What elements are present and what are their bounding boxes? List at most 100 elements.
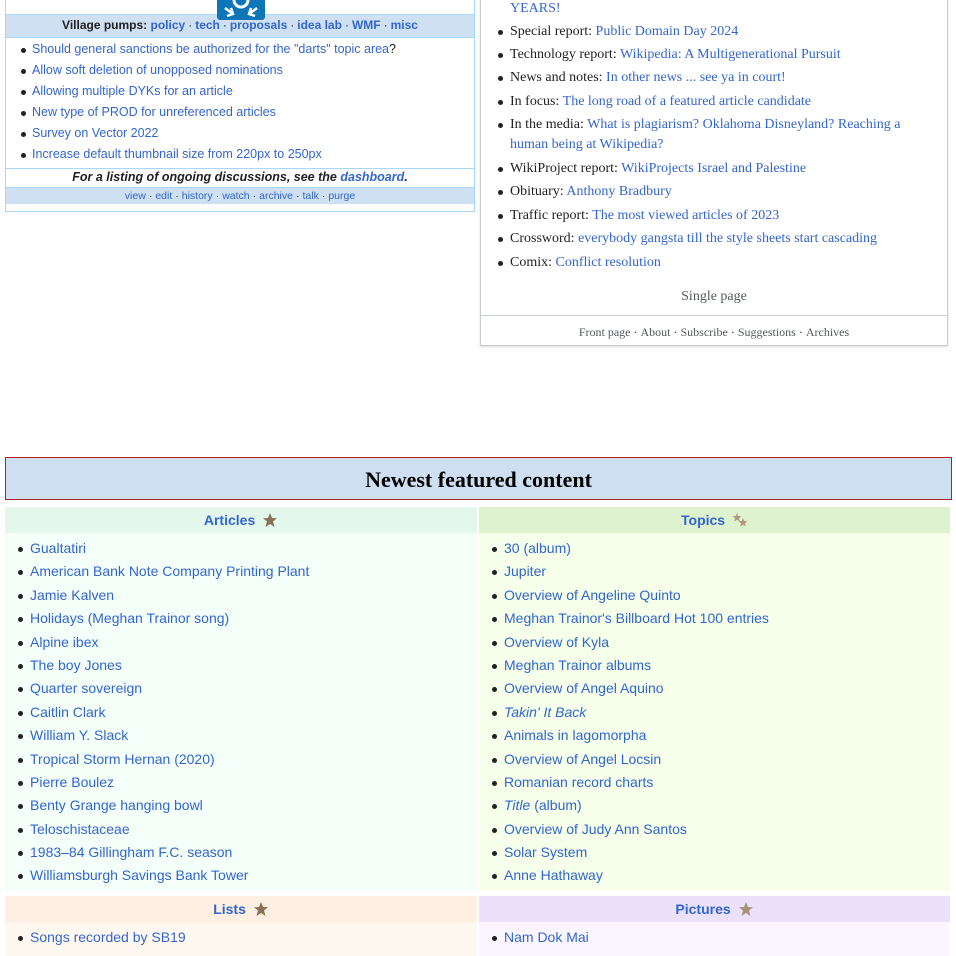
tool-link-talk[interactable]: talk (302, 190, 318, 202)
featured-topics-item: Title (album) (479, 794, 950, 817)
separator-dot: · (148, 190, 153, 202)
featured-articles-link[interactable]: 1983–84 Gillingham F.C. season (30, 844, 232, 860)
signpost-item: News and notes: In other news ... see ya… (498, 68, 930, 88)
featured-topics-link[interactable]: Romanian record charts (504, 774, 653, 790)
featured-articles-item: 1983–84 Gillingham F.C. season (5, 841, 477, 864)
tool-link-watch[interactable]: watch (222, 190, 249, 202)
featured-topics-link[interactable]: 30 (album) (504, 540, 571, 556)
featured-topics-item: 30 (album) (479, 537, 950, 560)
featured-articles-link[interactable]: American Bank Note Company Printing Plan… (30, 563, 309, 579)
featured-topics-link[interactable]: Animals in lagomorpha (504, 727, 646, 743)
signpost-item-link[interactable]: Anthony Bradbury (566, 184, 671, 199)
dashboard-link[interactable]: dashboard (340, 170, 404, 184)
signpost-footer-link[interactable]: Front page (579, 325, 631, 339)
lists-heading-link[interactable]: Lists (213, 901, 246, 917)
pictures-heading: Pictures (479, 896, 950, 922)
tool-link-archive[interactable]: archive (259, 190, 293, 202)
featured-articles-link[interactable]: William Y. Slack (30, 727, 128, 743)
featured-topics-link[interactable]: Solar System (504, 844, 587, 860)
featured-articles-item: Pierre Boulez (5, 771, 477, 794)
featured-topics-link[interactable]: Meghan Trainor albums (504, 657, 651, 673)
featured-articles-link[interactable]: Quarter sovereign (30, 680, 142, 696)
discussion-link[interactable]: Allowing multiple DYKs for an article (32, 84, 233, 98)
featured-articles-link[interactable]: Williamsburgh Savings Bank Tower (30, 867, 248, 883)
signpost-item: From the editor: NINETEEN MORE YEARS! NI… (510, 0, 930, 19)
featured-topics-link[interactable]: Anne Hathaway (504, 867, 603, 883)
discussion-link[interactable]: New type of PROD for unreferenced articl… (32, 105, 276, 119)
single-page-link[interactable]: Single page (481, 289, 947, 305)
discussion-link[interactable]: Survey on Vector 2022 (32, 126, 158, 140)
featured-articles-link[interactable]: Pierre Boulez (30, 774, 114, 790)
signpost-item: Obituary: Anthony Bradbury (498, 182, 930, 202)
featured-articles-link[interactable]: Benty Grange hanging bowl (30, 797, 203, 813)
pump-link[interactable]: tech (195, 18, 220, 32)
tool-link-history[interactable]: history (182, 190, 213, 202)
signpost-footer: Front page · About · Subscribe · Suggestions · A… (481, 315, 947, 348)
featured-articles-link[interactable]: Holidays (Meghan Trainor song) (30, 610, 229, 626)
signpost-item-link[interactable]: Conflict resolution (556, 255, 661, 270)
pump-link[interactable]: idea lab (297, 18, 342, 32)
signpost-item-link[interactable]: Wikipedia: A Multigenerational Pursuit (620, 47, 841, 62)
featured-articles-link[interactable]: The boy Jones (30, 657, 122, 673)
pump-link[interactable]: policy (151, 18, 186, 32)
featured-topics-link-suffix[interactable]: (album) (530, 797, 581, 813)
signpost-footer-link[interactable]: Suggestions (738, 325, 796, 339)
featured-articles-link[interactable]: Tropical Storm Hernan (2020) (30, 751, 215, 767)
ongoing-prefix: For a listing of ongoing discussions, se… (72, 170, 337, 184)
featured-lists-link[interactable]: Songs recorded by SB19 (30, 929, 186, 945)
separator-dot: · (633, 325, 638, 339)
featured-topics-item: Anne Hathaway (479, 864, 950, 887)
discussion-link[interactable]: Should general sanctions be authorized f… (32, 42, 389, 56)
pump-link[interactable]: proposals (230, 18, 287, 32)
featured-topics-link[interactable]: Title (504, 797, 530, 813)
tool-link-view[interactable]: view (125, 190, 146, 202)
featured-topics-item: Solar System (479, 841, 950, 864)
featured-articles-link[interactable]: Gualtatiri (30, 540, 86, 556)
featured-star-icon (253, 902, 268, 916)
discussion-item: Should general sanctions be authorized f… (6, 39, 474, 60)
pump-link[interactable]: misc (391, 18, 418, 32)
signpost-footer-link[interactable]: About (640, 325, 670, 339)
pump-link[interactable]: WMF (352, 18, 381, 32)
discussion-link[interactable]: Increase default thumbnail size from 220… (32, 147, 322, 161)
signpost-item-link[interactable]: NINETEEN MORE YEARS! NINETEEN MORE YEARS… (510, 0, 888, 16)
pictures-heading-link[interactable]: Pictures (675, 901, 730, 917)
signpost-item-link[interactable]: The most viewed articles of 2023 (592, 208, 779, 223)
signpost-item-link[interactable]: The long road of a featured article cand… (563, 94, 811, 109)
discussion-link[interactable]: Allow soft deletion of unopposed nominat… (32, 63, 283, 77)
featured-topics-item: Meghan Trainor albums (479, 654, 950, 677)
featured-pictures-link[interactable]: Nam Dok Mai (504, 929, 589, 945)
featured-articles-link[interactable]: Alpine ibex (30, 634, 99, 650)
featured-articles-link[interactable]: Jamie Kalven (30, 587, 114, 603)
discussion-item: New type of PROD for unreferenced articl… (6, 102, 474, 123)
signpost-item: Technology report: Wikipedia: A Multigen… (498, 45, 930, 65)
signpost-item: In the media: What is plagiarism? Oklaho… (498, 115, 930, 155)
signpost-item-link[interactable]: Public Domain Day 2024 (596, 24, 739, 39)
discussion-item: Survey on Vector 2022 (6, 123, 474, 144)
topics-heading-link[interactable]: Topics (681, 512, 725, 528)
featured-topics-link[interactable]: Overview of Kyla (504, 634, 609, 650)
featured-topics-link[interactable]: Takin' It Back (504, 704, 586, 720)
featured-topics-link[interactable]: Meghan Trainor's Billboard Hot 100 entri… (504, 610, 769, 626)
tool-link-edit[interactable]: edit (155, 190, 172, 202)
signpost-item-link[interactable]: WikiProjects Israel and Palestine (621, 161, 806, 176)
tool-link-purge[interactable]: purge (328, 190, 355, 202)
signpost-box: From the editor: NINETEEN MORE YEARS! NI… (480, 0, 948, 346)
featured-topics-link[interactable]: Overview of Angel Locsin (504, 751, 661, 767)
featured-articles-link[interactable]: Caitlin Clark (30, 704, 105, 720)
signpost-item-label: Crossword: (510, 231, 575, 246)
featured-topics-link[interactable]: Overview of Judy Ann Santos (504, 821, 687, 837)
featured-topics-item: Overview of Angel Locsin (479, 748, 950, 771)
featured-topics-item: Romanian record charts (479, 771, 950, 794)
village-pump-box: Village pumps: policy · tech · proposals · ide… (5, 0, 475, 212)
discussion-item: Allowing multiple DYKs for an article (6, 81, 474, 102)
signpost-item-link[interactable]: In other news ... see ya in court! (606, 70, 786, 85)
articles-heading-link[interactable]: Articles (204, 512, 255, 528)
signpost-footer-link[interactable]: Subscribe (680, 325, 727, 339)
featured-topics-link[interactable]: Jupiter (504, 563, 546, 579)
featured-articles-link[interactable]: Teloschistaceae (30, 821, 130, 837)
featured-topics-link[interactable]: Overview of Angel Aquino (504, 680, 664, 696)
featured-topics-link[interactable]: Overview of Angeline Quinto (504, 587, 681, 603)
signpost-footer-link[interactable]: Archives (806, 325, 849, 339)
signpost-item-link[interactable]: everybody gangsta till the style sheets … (578, 231, 877, 246)
